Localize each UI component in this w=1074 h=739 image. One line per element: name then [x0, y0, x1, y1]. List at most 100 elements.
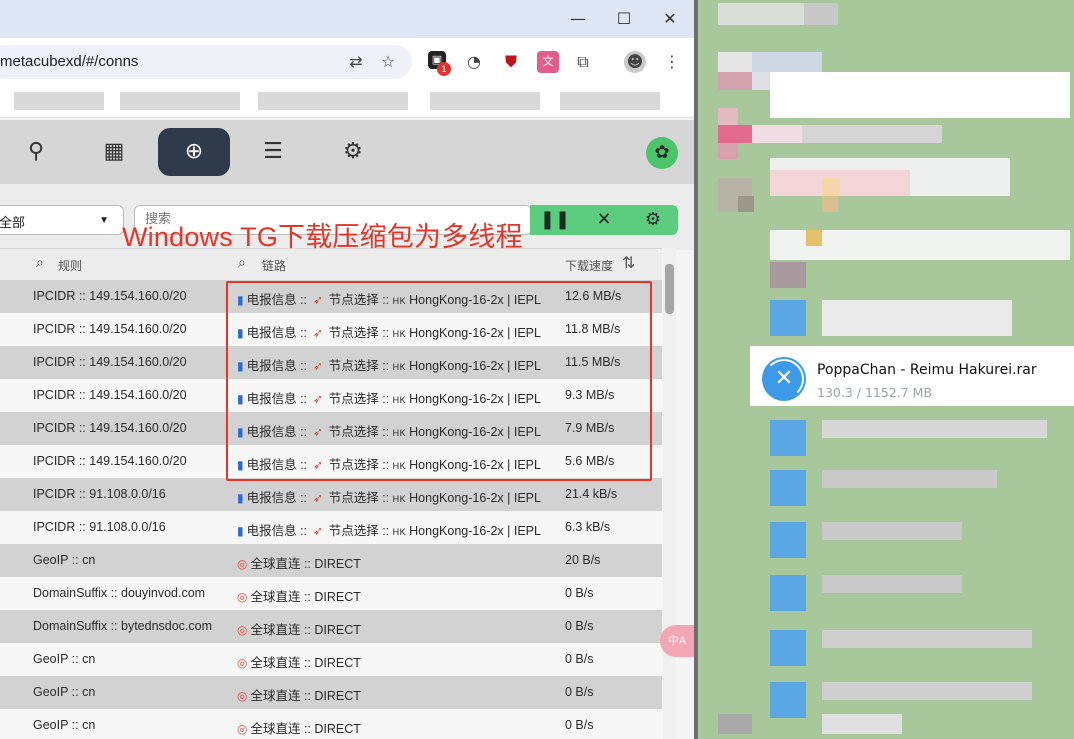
header-download-speed[interactable]: 下载速度: [565, 257, 613, 274]
title-bar: [0, 0, 694, 38]
pause-icon[interactable]: ❚❚: [535, 205, 575, 235]
filter-select-value: 全部: [0, 215, 26, 230]
translate-icon[interactable]: ⇄: [345, 51, 367, 73]
target-icon: ◎: [237, 722, 248, 736]
flag-icon: HK: [392, 428, 407, 438]
cell-download-speed: 0 B/s: [565, 619, 594, 633]
table-row[interactable]: IPCIDR :: 149.154.160.0/20 ▮ 电报信息 :: ➶ 节点选…: [0, 445, 662, 478]
translate-float-icon[interactable]: 中A: [660, 625, 694, 657]
bookmark-item[interactable]: [14, 92, 104, 110]
table-row[interactable]: GeoIP :: cn ◎ 全球直连 :: DIRECT 0 B/s: [0, 643, 662, 676]
table-row[interactable]: DomainSuffix :: bytednsdoc.com ◎ 全球直连 :: D…: [0, 610, 662, 643]
cell-chain: ▮ 电报信息 :: ➶ 节点选择 :: HK HongKong-16-2x | IE…: [237, 322, 541, 341]
filter-select[interactable]: 全部 ▼: [0, 205, 124, 235]
palette-icon[interactable]: ✿: [646, 137, 678, 169]
file-name: PoppaChan - Reimu Hakurei.rar: [817, 362, 1037, 378]
browser-window: — ☐ ✕ metacubexd/#/conns ⇄ ☆ ▣ 1 ◔ ⛊ 文 ⧉…: [0, 0, 694, 739]
chain-selector: 节点选择 ::: [328, 293, 390, 307]
table-row[interactable]: IPCIDR :: 91.108.0.0/16 ▮ 电报信息 :: ➶ 节点选择 :…: [0, 478, 662, 511]
ublock-icon[interactable]: ⛊: [500, 51, 522, 73]
table-row[interactable]: GeoIP :: cn ◎ 全球直连 :: DIRECT 0 B/s: [0, 676, 662, 709]
phone-icon: ▮: [237, 293, 244, 307]
translate-extension-icon[interactable]: 文: [537, 51, 559, 73]
cell-rule: IPCIDR :: 91.108.0.0/16: [33, 487, 166, 501]
table-row[interactable]: GeoIP :: cn ◎ 全球直连 :: DIRECT 20 B/s: [0, 544, 662, 577]
sort-order-icon[interactable]: ⇅: [622, 253, 635, 272]
chain-group: 电报信息 ::: [246, 293, 308, 307]
chain-group: 电报信息 ::: [246, 326, 308, 340]
chain-node: HongKong-16-2x | IEPL: [409, 392, 541, 406]
maximize-button[interactable]: ☐: [614, 9, 634, 29]
chat-background-block: [770, 262, 806, 288]
chat-background-block: [738, 196, 754, 212]
cell-rule: IPCIDR :: 149.154.160.0/20: [33, 421, 187, 435]
scroll-thumb[interactable]: [665, 264, 674, 314]
cell-download-speed: 5.6 MB/s: [565, 454, 615, 468]
cell-download-speed: 0 B/s: [565, 652, 594, 666]
header-chain[interactable]: 链路: [262, 257, 286, 274]
minimize-button[interactable]: —: [568, 9, 588, 29]
chain-selector: 节点选择 ::: [328, 491, 390, 505]
chain-group: 全球直连 :: DIRECT: [250, 689, 361, 703]
phone-icon: ▮: [237, 359, 244, 373]
chat-background-block: [718, 143, 738, 159]
nav-connections-icon[interactable]: ⊕: [158, 128, 230, 176]
chain-node: HongKong-16-2x | IEPL: [409, 326, 541, 340]
extensions-puzzle-icon[interactable]: ⧉: [572, 51, 594, 73]
profile-avatar-icon[interactable]: ☻: [624, 51, 646, 73]
nav-config-gear-icon[interactable]: ⚙: [317, 128, 389, 176]
bookmark-item[interactable]: [560, 92, 660, 110]
bookmark-item[interactable]: [120, 92, 240, 110]
table-row[interactable]: IPCIDR :: 149.154.160.0/20 ▮ 电报信息 :: ➶ 节点选…: [0, 379, 662, 412]
chain-group: 全球直连 :: DIRECT: [250, 590, 361, 604]
table-scrollbar[interactable]: [663, 248, 676, 739]
chat-background-block: [822, 714, 902, 734]
cell-rule: IPCIDR :: 149.154.160.0/20: [33, 289, 187, 303]
cell-rule: DomainSuffix :: douyinvod.com: [33, 586, 206, 600]
close-all-icon[interactable]: ✕: [584, 205, 624, 235]
chat-background-block: [770, 470, 806, 506]
flag-icon: HK: [392, 494, 407, 504]
chain-selector: 节点选择 ::: [328, 392, 390, 406]
chat-background-block: [770, 575, 806, 611]
flag-icon: HK: [392, 296, 407, 306]
table-row[interactable]: IPCIDR :: 149.154.160.0/20 ▮ 电报信息 :: ➶ 节点选…: [0, 280, 662, 313]
more-menu-icon[interactable]: ⋮: [661, 51, 683, 73]
cell-download-speed: 0 B/s: [565, 685, 594, 699]
nav-proxies-icon[interactable]: ▦: [78, 128, 150, 176]
cell-chain: ◎ 全球直连 :: DIRECT: [237, 652, 361, 671]
flag-icon: HK: [392, 461, 407, 471]
flag-icon: HK: [392, 362, 407, 372]
cell-chain: ▮ 电报信息 :: ➶ 节点选择 :: HK HongKong-16-2x | IE…: [237, 388, 541, 407]
chat-background-block: [822, 630, 1032, 648]
speedometer-icon[interactable]: ◔: [463, 51, 485, 73]
sort-search-icon[interactable]: ⌕: [36, 255, 44, 271]
table-settings-gear-icon[interactable]: ⚙: [633, 205, 673, 235]
bookmark-item[interactable]: [258, 92, 408, 110]
target-icon: ◎: [237, 557, 248, 571]
cell-rule: GeoIP :: cn: [33, 718, 96, 732]
chat-background-block: [822, 196, 838, 212]
cell-rule: IPCIDR :: 91.108.0.0/16: [33, 520, 166, 534]
close-button[interactable]: ✕: [660, 9, 680, 29]
flag-icon: HK: [392, 329, 407, 339]
bookmark-item[interactable]: [430, 92, 540, 110]
chain-selector: 节点选择 ::: [328, 425, 390, 439]
sort-search-icon[interactable]: ⌕: [238, 255, 246, 271]
chat-background-block: [718, 72, 752, 90]
table-row[interactable]: IPCIDR :: 91.108.0.0/16 ▮ 电报信息 :: ➶ 节点选择 :…: [0, 511, 662, 544]
rocket-icon: ➶: [309, 326, 327, 340]
table-row[interactable]: IPCIDR :: 149.154.160.0/20 ▮ 电报信息 :: ➶ 节点选…: [0, 346, 662, 379]
table-row[interactable]: DomainSuffix :: douyinvod.com ◎ 全球直连 :: DI…: [0, 577, 662, 610]
table-row[interactable]: IPCIDR :: 149.154.160.0/20 ▮ 电报信息 :: ➶ 节点选…: [0, 313, 662, 346]
bookmark-star-icon[interactable]: ☆: [377, 51, 399, 73]
nav-overview-icon[interactable]: ⚲: [0, 128, 72, 176]
cell-chain: ▮ 电报信息 :: ➶ 节点选择 :: HK HongKong-16-2x | IE…: [237, 421, 541, 440]
address-url[interactable]: metacubexd/#/conns: [0, 53, 138, 70]
cell-download-speed: 21.4 kB/s: [565, 487, 618, 501]
table-row[interactable]: GeoIP :: cn ◎ 全球直连 :: DIRECT 0 B/s: [0, 709, 662, 739]
table-row[interactable]: IPCIDR :: 149.154.160.0/20 ▮ 电报信息 :: ➶ 节点选…: [0, 412, 662, 445]
nav-logs-icon[interactable]: ☰: [237, 128, 309, 176]
cell-chain: ▮ 电报信息 :: ➶ 节点选择 :: HK HongKong-16-2x | IE…: [237, 520, 541, 539]
header-rule[interactable]: 规则: [58, 257, 82, 274]
